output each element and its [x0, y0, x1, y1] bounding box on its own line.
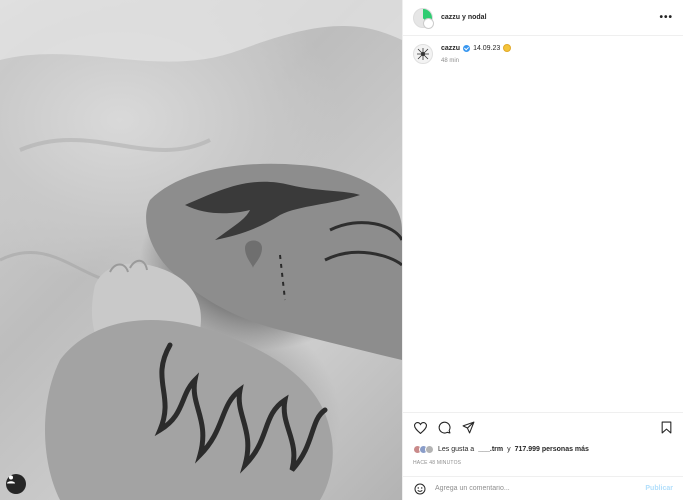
- post-photo[interactable]: [0, 0, 402, 500]
- post-header: cazzu y nodal •••: [403, 0, 683, 36]
- share-icon[interactable]: [461, 421, 475, 435]
- post-author-names[interactable]: cazzu y nodal: [441, 14, 659, 21]
- photo-illustration: [0, 0, 402, 500]
- likes-prefix: Les gusta a: [438, 446, 475, 453]
- caption-username[interactable]: cazzu: [441, 45, 460, 52]
- post-age: HACE 48 MINUTOS: [413, 460, 462, 466]
- action-bar: [403, 412, 683, 442]
- likes-user[interactable]: ___.trm: [478, 446, 503, 453]
- likes-summary[interactable]: Les gusta a ___.trm y 717.999 personas m…: [413, 445, 589, 454]
- user-tag-icon[interactable]: [6, 474, 26, 494]
- caption-avatar[interactable]: [413, 44, 433, 64]
- caption: cazzu 14.09.23 48 min: [403, 36, 683, 72]
- comment-bar: Publicar: [403, 476, 683, 500]
- more-options-icon[interactable]: •••: [659, 12, 673, 23]
- sun-emoji-icon: [503, 44, 512, 52]
- verified-badge-icon: [463, 44, 471, 52]
- publish-button[interactable]: Publicar: [645, 485, 673, 492]
- heart-icon[interactable]: [413, 421, 427, 435]
- spider-logo-icon: [417, 48, 429, 60]
- emoji-icon[interactable]: [413, 482, 427, 496]
- likes-middle: y: [507, 446, 511, 453]
- caption-time: 48 min: [441, 58, 460, 64]
- bookmark-icon[interactable]: [659, 421, 673, 435]
- comment-icon[interactable]: [437, 421, 451, 435]
- caption-text: 14.09.23: [473, 44, 501, 52]
- comment-input[interactable]: [435, 485, 646, 492]
- collab-avatar[interactable]: [413, 7, 434, 29]
- post-side-panel: cazzu y nodal ••• cazzu 14.09.23 48 min: [402, 0, 683, 500]
- likes-count[interactable]: 717.999 personas más: [515, 446, 589, 453]
- liker-avatars: [413, 445, 434, 454]
